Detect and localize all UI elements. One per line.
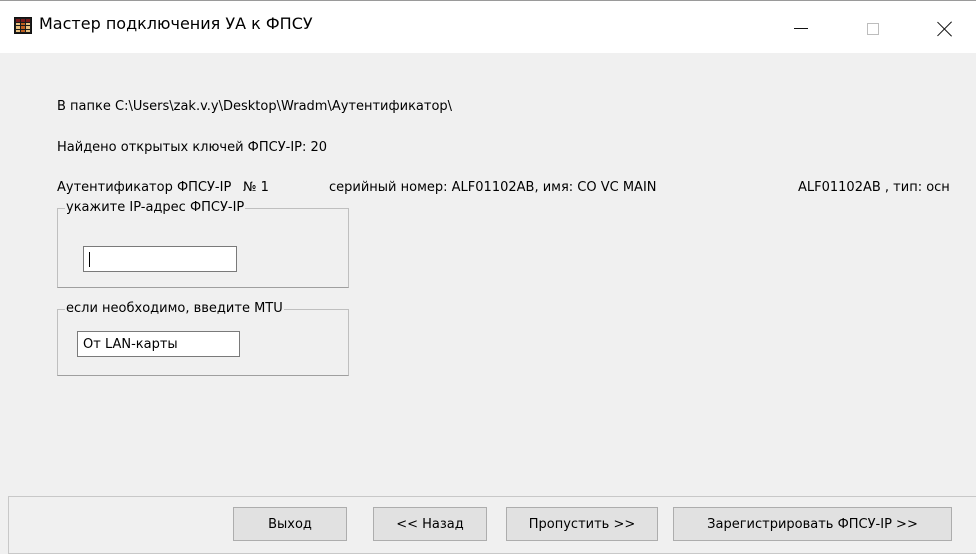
ip-address-legend: укажите IP-адрес ФПСУ-IP <box>65 200 246 216</box>
folder-path-text: В папке C:\Users\zak.v.y\Desktop\Wradm\А… <box>57 99 453 114</box>
ip-address-group: укажите IP-адрес ФПСУ-IP <box>57 200 349 288</box>
window-title: Мастер подключения УА к ФПСУ <box>39 14 313 33</box>
close-icon <box>937 21 953 37</box>
authenticator-type: ALF01102AB , тип: осн <box>798 180 950 195</box>
maximize-icon <box>867 22 879 35</box>
minimize-icon <box>794 28 808 29</box>
exit-button[interactable]: Выход <box>233 507 347 541</box>
maximize-button[interactable] <box>850 1 896 54</box>
title-bar: Мастер подключения УА к ФПСУ <box>0 0 976 53</box>
authenticator-number: № 1 <box>243 180 269 195</box>
authenticator-serial: серийный номер: ALF01102AB, имя: CO VC M… <box>329 180 657 195</box>
register-button[interactable]: Зарегистрировать ФПСУ-IP >> <box>673 507 952 541</box>
wizard-client-area: В папке C:\Users\zak.v.y\Desktop\Wradm\А… <box>0 53 976 554</box>
mtu-legend: если необходимо, введите MTU <box>65 301 284 317</box>
back-button[interactable]: << Назад <box>373 507 487 541</box>
mtu-input[interactable] <box>77 331 240 357</box>
app-grid-icon <box>14 17 32 34</box>
minimize-button[interactable] <box>778 1 824 54</box>
authenticator-label: Аутентификатор ФПСУ-IP <box>57 180 232 195</box>
keys-found-text: Найдено открытых ключей ФПСУ-IP: 20 <box>57 140 328 155</box>
ip-address-input[interactable] <box>83 246 237 272</box>
text-caret <box>89 252 90 267</box>
mtu-group: если необходимо, введите MTU <box>57 301 349 376</box>
close-button[interactable] <box>922 1 968 54</box>
button-bar: Выход << Назад Пропустить >> Зарегистрир… <box>8 496 976 554</box>
skip-button[interactable]: Пропустить >> <box>506 507 658 541</box>
